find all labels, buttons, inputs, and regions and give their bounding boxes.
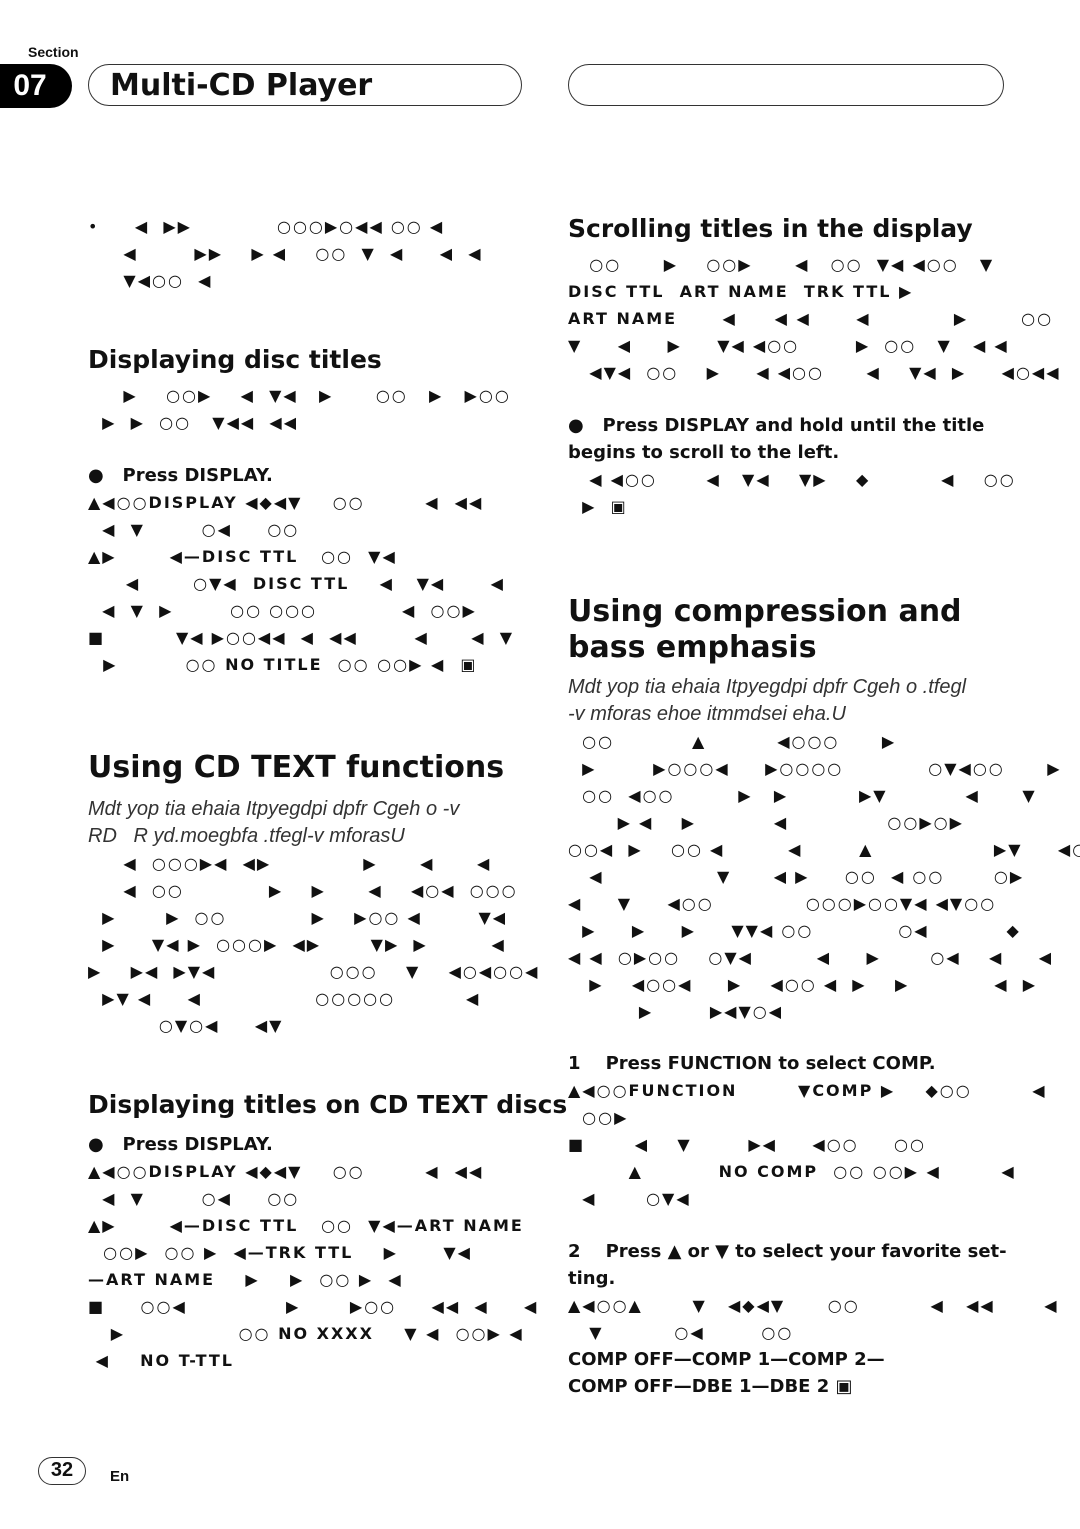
heading-compression-line2: bass emphasis [568,630,817,665]
body-line: ◀ ▼ ◀ ▶ ○○ ◀ ○○ ○▶ [568,867,1025,886]
italic-intro-line: Mdt yop tia ehaia Itpyegdpi dpfr Cgeh o … [568,676,967,698]
italic-intro-line: -v mforas ehoe itmmdsei eha.U [568,703,846,725]
step-line: ◀ ○▼◀ DISC TTL ◀ ▼◀ ◀ [88,574,505,593]
step-line: ▲◀○○DISPLAY ◀◆◀▼ ○○ ◀ ◀◀ [88,1162,484,1181]
step-line: ◀ ○▼◀ [568,1189,691,1208]
italic-intro-line: RD R yd.moegbfa .tfegl-v mforasU [88,825,405,847]
body-line: ○▼○◀ ◀▼ [88,1016,284,1035]
body-line: ▶ ▶ ▶ ▼▼◀ ○○ ○◀ ◆ ◀ [568,921,1080,940]
italic-intro-line: Mdt yop tia ehaia Itpyegdpi dpfr Cgeh o … [88,798,460,820]
heading-scrolling-titles: Scrolling titles in the display [568,214,973,243]
step-line: ▲◀○○▲ ▼ ◀◆◀▼ ○○ ◀ ◀◀ ◀ [568,1296,1059,1315]
body-line: ▼ ◀ ▶ ▼◀ ◀○○ ▶ ○○ ▼ ◀ ◀ [568,336,1009,355]
step-line: ◀ ▼ ○◀ ○○ [88,1189,300,1208]
step-line: ▶ ○○ NO XXXX ▼ ◀ ○○▶ ◀ [88,1324,524,1343]
step-line: ▲◀○○FUNCTION ▼COMP ▶ ◆○○ ◀ [568,1081,1047,1100]
section-label: Section [28,44,79,60]
heading-compression-line1: Using compression and [568,594,962,629]
step-line: ▶ ▣ [568,497,628,516]
step-press-display: ● Press DISPLAY. [88,465,273,486]
step-line: ◀ ▼ ▶ ○○ ○○○ ◀ ○○▶ [88,601,477,620]
page-number: 32 [38,1457,86,1485]
step-2-cont: ting. [568,1268,616,1289]
body-line: ▶ ▶ ○○ ▶ ▶○○ ◀ ▼◀ [88,908,508,927]
intro-line: ▼◀○○ ◀ [88,271,213,290]
body-line: ◀ ◀ ○▶○○ ○▼◀ ◀ ▶ ○◀ ◀ ◀ [568,948,1054,967]
body-line: ◀ ○○○▶◀ ◀▶ ▶ ◀ ◀ [88,854,492,873]
body-line: ○○ ▲ ◀○○○ ▶ [568,732,897,751]
body-line: ○○ ▶ ○○▶ ◀ ○○ ▼◀ ◀○○ ▼ [568,255,995,274]
intro-line: ◀ ▶▶ ▶ ◀ ○○ ▼ ◀ ◀ ◀ [88,244,483,263]
step-line: ■ ○○◀ ▶ ▶○○ ◀◀ ◀ ◀ [88,1297,539,1316]
body-line: ▶ ▶○○○◀ ▶○○○○ ○▼◀○○ ▶ [568,759,1062,778]
body-line: ▶▼ ◀ ◀ ○○○○○ ◀ [88,989,481,1008]
blank-title-frame [568,64,1004,106]
body-line: DISC TTL ART NAME TRK TTL ▶ [568,282,914,301]
body-line: ▶ ▼◀ ▶ ○○○▶ ◀▶ ▼▶ ▶ ◀ [88,935,506,954]
comp-sequence-2: COMP OFF—DBE 1—DBE 2 ▣ [568,1376,853,1397]
step-line: ■ ◀ ▼ ▶◀ ◀○○ ○○ [568,1135,926,1154]
step-line: ▲ NO COMP ○○ ○○▶ ◀ ◀ ▶ [568,1162,1080,1181]
step-2-press-up-down: 2 Press ▲ or ▼ to select your favorite s… [568,1241,1007,1262]
step-line: ◀ ◀○○ ◀ ▼◀ ▼▶ ◆ ◀ ○○ [568,470,1016,489]
step-line: ■ ▼◀ ▶○○◀◀ ◀ ◀◀ ◀ ◀ ▼ [88,628,515,647]
step-line: —ART NAME ▶ ▶ ○○ ▶ ◀ [88,1270,403,1289]
body-line: ▶ ○○▶ ◀ ▼◀ ▶ ○○ ▶ ▶○○ [88,386,511,405]
body-line: ▶ ◀ ▶ ◀ ○○▶○▶ [568,813,964,832]
step-line: ▲▶ ◀—DISC TTL ○○ ▼◀—ART NAME [88,1216,524,1235]
body-line: ○○◀ ▶ ○○ ◀ ◀ ▲ ▶▼ ◀○○ [568,840,1080,859]
body-line: ▶ ▶◀▼○◀ [568,1002,784,1021]
step-press-display-hold-cont: begins to scroll to the left. [568,442,840,463]
body-line: ▶ ◀○○◀ ▶ ◀○○ ◀ ▶ ▶ ◀ ▶ [568,975,1038,994]
body-line: ◀ ○○ ▶ ▶ ◀ ◀○◀ ○○○ [88,881,518,900]
body-line: ◀ ▼ ◀○○ ○○○▶○○▼◀ ◀▼○○ ◀ [568,894,1080,913]
intro-line: • ◀ ▶▶ ○○○▶○◀◀ ○○ ◀ [88,217,445,236]
body-line: ▶ ▶◀ ▶▼◀ ○○○ ▼ ◀○◀○○◀ [88,962,540,981]
step-press-display: ● Press DISPLAY. [88,1134,273,1155]
body-line: ▶ ▶ ○○ ▼◀◀ ◀◀ [88,413,298,432]
step-line: ○○▶ ○○ ▶ ◀—TRK TTL ▶ ▼◀ [88,1243,472,1262]
heading-displaying-disc-titles: Displaying disc titles [88,345,382,374]
step-1-press-function: 1 Press FUNCTION to select COMP. [568,1053,936,1074]
step-line: ▼ ○◀ ○○ [568,1323,794,1342]
heading-displaying-cd-text-titles: Displaying titles on CD TEXT discs [88,1090,568,1119]
body-line: ART NAME ◀ ◀ ◀ ◀ ▶ ○○ [568,309,1054,328]
step-line: ▲▶ ◀—DISC TTL ○○ ▼◀ [88,547,397,566]
step-line: ▲◀○○DISPLAY ◀◆◀▼ ○○ ◀ ◀◀ [88,493,484,512]
step-line: ◀ ▼ ○◀ ○○ [88,520,300,539]
section-number-badge: 07 [0,64,72,108]
step-line: ▶ ○○ NO TITLE ○○ ○○▶ ◀ ▣ [88,655,478,674]
step-line: ◀ NO T-TTL [88,1351,234,1370]
chapter-title: Multi-CD Player [110,68,373,103]
step-press-display-hold: ● Press DISPLAY and hold until the title [568,415,985,436]
body-line: ○○ ◀○○ ▶ ▶ ▶▼ ◀ ▼ [568,786,1037,805]
comp-sequence-1: COMP OFF—COMP 1—COMP 2— [568,1349,885,1370]
heading-using-cd-text: Using CD TEXT functions [88,750,505,785]
body-line: ◀▼◀ ○○ ▶ ◀ ◀○○ ◀ ▼◀ ▶ ◀○◀◀ [568,363,1061,382]
language-label: En [110,1468,130,1485]
step-line: ○○▶ [568,1108,629,1127]
